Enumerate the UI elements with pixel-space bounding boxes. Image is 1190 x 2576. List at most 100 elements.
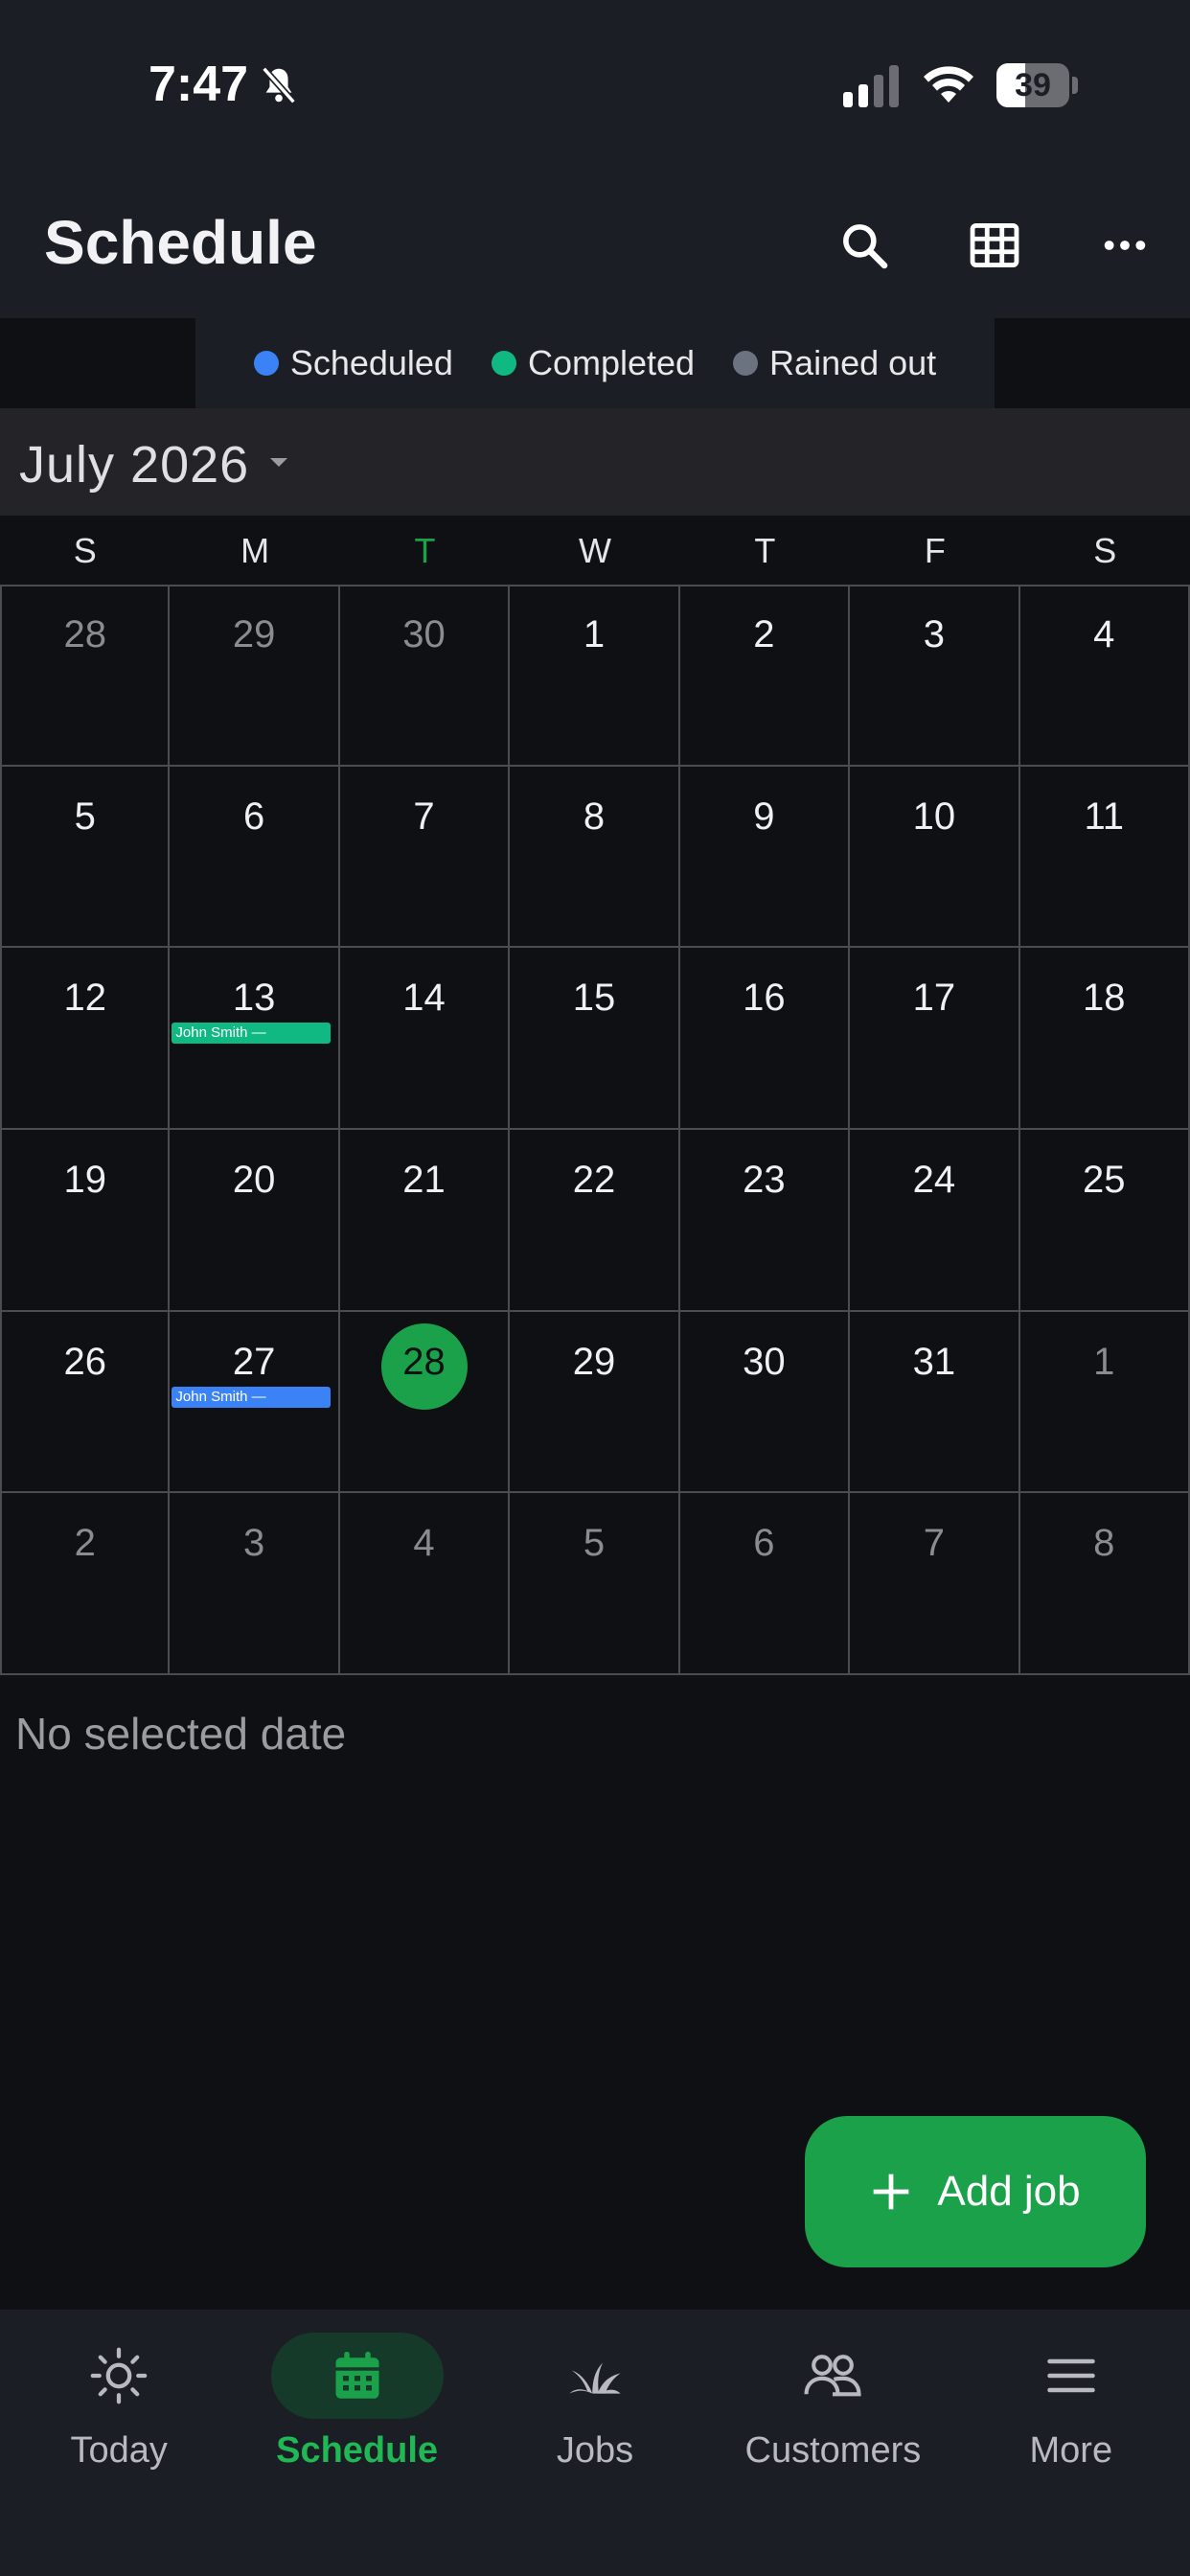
calendar-day-cell[interactable]: 30 xyxy=(339,585,511,767)
status-legend: Scheduled Completed Rained out xyxy=(195,318,995,408)
calendar-day-cell[interactable]: 2 xyxy=(679,585,851,767)
day-number: 10 xyxy=(912,794,956,838)
grass-icon xyxy=(509,2333,681,2419)
weekday-label: S xyxy=(1093,531,1117,570)
calendar-day-cell[interactable]: 11 xyxy=(1019,766,1190,949)
calendar-day-cell[interactable]: 4 xyxy=(339,1493,511,1675)
calendar-day-cell[interactable]: 26 xyxy=(0,1311,171,1494)
day-number: 27 xyxy=(232,1340,276,1383)
day-number: 15 xyxy=(572,977,616,1020)
event-pill[interactable]: John Smith — xyxy=(172,1023,331,1045)
day-number: 1 xyxy=(1093,1340,1115,1383)
day-number: 30 xyxy=(402,613,446,656)
calendar-day-cell[interactable]: 6 xyxy=(679,1493,851,1675)
calendar-day-cell[interactable]: 29 xyxy=(510,1311,680,1494)
add-job-button[interactable]: Add job xyxy=(805,2116,1146,2267)
day-number: 4 xyxy=(1093,613,1115,656)
day-number: 29 xyxy=(572,1340,616,1383)
calendar-day-cell[interactable]: 14 xyxy=(339,948,511,1130)
calendar-day-cell[interactable]: 19 xyxy=(0,1130,171,1312)
calendar-day-cell[interactable]: 10 xyxy=(850,766,1020,949)
calendar-day-cell[interactable]: 6 xyxy=(170,766,340,949)
nav-item-more[interactable]: More xyxy=(952,2325,1190,2478)
weekday-label: S xyxy=(73,531,97,570)
day-number: 19 xyxy=(63,1159,106,1201)
calendar-day-cell[interactable]: 31 xyxy=(850,1311,1020,1494)
day-number: 24 xyxy=(912,1159,956,1201)
search-button[interactable] xyxy=(828,209,901,282)
day-number: 12 xyxy=(63,977,106,1020)
day-number: 2 xyxy=(74,1522,96,1565)
month-selector[interactable]: July 2026 xyxy=(0,408,1190,516)
nav-item-jobs[interactable]: Jobs xyxy=(476,2325,714,2478)
bottom-navigation: Today Schedule Jobs Customers More xyxy=(0,2310,1190,2576)
calendar-day-cell[interactable]: 9 xyxy=(679,766,851,949)
battery-indicator: 39 xyxy=(996,63,1078,107)
calendar-day-cell[interactable]: 1 xyxy=(1019,1311,1190,1494)
calendar-day-cell[interactable]: 12 xyxy=(0,948,171,1130)
nav-label: Today xyxy=(70,2430,168,2471)
calendar-day-cell[interactable]: 21 xyxy=(339,1130,511,1312)
day-number: 7 xyxy=(923,1522,945,1565)
calendar-day-cell[interactable]: 7 xyxy=(339,766,511,949)
calendar-day-cell[interactable]: 20 xyxy=(170,1130,340,1312)
day-number: 28 xyxy=(402,1340,446,1383)
calendar-day-cell[interactable]: 8 xyxy=(510,766,680,949)
legend-label: Scheduled xyxy=(289,343,453,382)
legend-item-completed: Completed xyxy=(491,343,696,383)
calendar-day-cell[interactable]: 7 xyxy=(850,1493,1020,1675)
legend-bar: Scheduled Completed Rained out xyxy=(0,318,1190,408)
calendar-day-cell[interactable]: 25 xyxy=(1019,1130,1190,1312)
calendar-day-cell[interactable]: 1 xyxy=(510,585,680,767)
nav-item-customers[interactable]: Customers xyxy=(714,2325,951,2478)
calendar-day-cell[interactable]: 18 xyxy=(1019,948,1190,1130)
day-number: 26 xyxy=(63,1340,106,1383)
calendar-day-cell[interactable]: 5 xyxy=(0,766,171,949)
day-number: 1 xyxy=(583,613,606,656)
calendar-day-cell[interactable]: 27 John Smith — xyxy=(170,1311,340,1494)
calendar-day-cell[interactable]: 17 xyxy=(850,948,1020,1130)
calendar-day-cell[interactable]: 22 xyxy=(510,1130,680,1312)
day-number: 9 xyxy=(753,794,775,838)
day-number: 13 xyxy=(232,977,276,1020)
grid-view-button[interactable] xyxy=(958,209,1031,282)
legend-item-rained-out: Rained out xyxy=(733,343,936,383)
calendar-day-cell[interactable]: 3 xyxy=(170,1493,340,1675)
calendar-day-cell[interactable]: 24 xyxy=(850,1130,1020,1312)
page-title: Schedule xyxy=(44,208,317,277)
calendar-day-cell[interactable]: 28 xyxy=(0,585,171,767)
calendar-day-cell[interactable]: 2 xyxy=(0,1493,171,1675)
menu-icon xyxy=(985,2333,1157,2419)
legend-label: Completed xyxy=(527,343,696,382)
calendar-day-cell[interactable]: 4 xyxy=(1019,585,1190,767)
nav-item-today[interactable]: Today xyxy=(0,2325,238,2478)
day-number: 3 xyxy=(923,613,945,656)
day-number: 2 xyxy=(753,613,775,656)
more-options-button[interactable] xyxy=(1088,209,1161,282)
day-number: 8 xyxy=(583,794,606,838)
status-time: 7:47 xyxy=(149,57,249,112)
calendar-day-cell[interactable]: 16 xyxy=(679,948,851,1130)
calendar-day-cell[interactable]: 13 John Smith — xyxy=(170,948,340,1130)
legend-item-scheduled: Scheduled xyxy=(253,343,453,383)
day-number: 18 xyxy=(1083,977,1126,1020)
day-number: 29 xyxy=(232,613,276,656)
weekday-label: T xyxy=(754,531,776,570)
event-pill[interactable]: John Smith — xyxy=(172,1386,331,1408)
wifi-icon xyxy=(924,66,973,103)
calendar-day-cell[interactable]: 5 xyxy=(510,1493,680,1675)
weekday-label: F xyxy=(924,531,946,570)
calendar-day-cell[interactable]: 30 xyxy=(679,1311,851,1494)
calendar-day-cell[interactable]: 3 xyxy=(850,585,1020,767)
day-number: 14 xyxy=(402,977,446,1020)
calendar-day-cell[interactable]: 15 xyxy=(510,948,680,1130)
legend-dot-icon xyxy=(253,351,279,376)
calendar-day-cell[interactable]: 29 xyxy=(170,585,340,767)
calendar-day-cell[interactable]: 28 xyxy=(339,1311,511,1494)
nav-item-schedule[interactable]: Schedule xyxy=(238,2325,475,2478)
calendar-day-cell[interactable]: 8 xyxy=(1019,1493,1190,1675)
calendar-day-cell[interactable]: 23 xyxy=(679,1130,851,1312)
day-number: 30 xyxy=(743,1340,786,1383)
search-icon xyxy=(843,224,888,269)
calendar-grid: 28 29 30 1 2 3 4 5 6 7 8 9 10 11 12 13 John Smith —14 15 1… xyxy=(0,585,1190,1675)
